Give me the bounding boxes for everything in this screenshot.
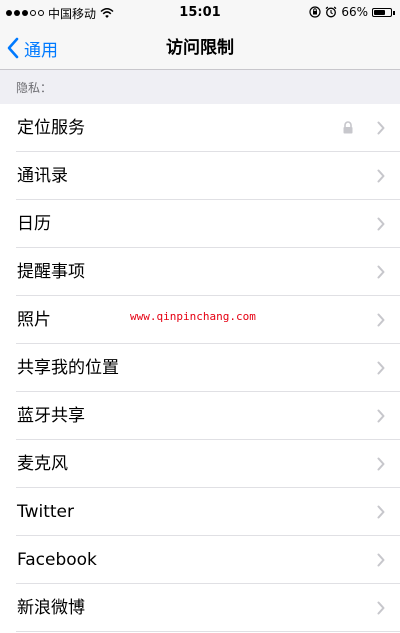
chevron-right-icon: [377, 457, 385, 471]
battery-icon: [372, 7, 395, 17]
watermark: www.qinpinchang.com: [130, 310, 256, 323]
chevron-right-icon: [377, 265, 385, 279]
list-item-label: 麦克风: [17, 454, 68, 474]
lock-icon: [343, 121, 353, 134]
orientation-lock-icon: [309, 6, 321, 18]
list-item-11[interactable]: 新浪微博: [0, 584, 400, 632]
chevron-right-icon: [377, 553, 385, 567]
list-item-label: Facebook: [17, 550, 97, 570]
battery-fill: [374, 9, 385, 15]
chevron-right-icon: [377, 409, 385, 423]
battery-percentage: 66%: [341, 5, 368, 19]
list-item-2[interactable]: 通讯录: [0, 152, 400, 200]
list-item-label: 照片: [17, 310, 51, 330]
alarm-icon: [325, 6, 337, 18]
status-right: 66%: [309, 5, 395, 19]
list-item-label: 共享我的位置: [17, 358, 119, 378]
list-item-4[interactable]: 提醒事项: [0, 248, 400, 296]
list-item-label: 日历: [17, 214, 51, 234]
privacy-list: 定位服务 通讯录 日历 提醒事项 照片 共享我的位置 蓝牙共享 麦克风 Twit…: [0, 104, 400, 632]
list-item-1[interactable]: 定位服务: [0, 104, 400, 152]
chevron-right-icon: [377, 361, 385, 375]
list-item-label: Twitter: [17, 502, 74, 522]
list-item-10[interactable]: Facebook: [0, 536, 400, 584]
section-header-privacy: 隐私：: [0, 70, 400, 104]
list-item-label: 提醒事项: [17, 262, 85, 282]
list-item-3[interactable]: 日历: [0, 200, 400, 248]
list-item-6[interactable]: 共享我的位置: [0, 344, 400, 392]
status-bar: 中国移动 15:01 66%: [0, 0, 400, 26]
chevron-right-icon: [377, 505, 385, 519]
chevron-right-icon: [377, 169, 385, 183]
list-item-label: 通讯录: [17, 166, 68, 186]
chevron-right-icon: [377, 601, 385, 615]
navigation-bar: 通用 访问限制: [0, 26, 400, 70]
list-item-9[interactable]: Twitter: [0, 488, 400, 536]
page-title: 访问限制: [166, 38, 234, 58]
list-item-label: 蓝牙共享: [17, 406, 85, 426]
chevron-right-icon: [377, 217, 385, 231]
battery-tip: [393, 10, 395, 15]
list-item-8[interactable]: 麦克风: [0, 440, 400, 488]
list-item-label: 新浪微博: [17, 598, 85, 618]
chevron-right-icon: [377, 121, 385, 135]
chevron-right-icon: [377, 313, 385, 327]
list-item-7[interactable]: 蓝牙共享: [0, 392, 400, 440]
list-item-label: 定位服务: [17, 118, 85, 138]
